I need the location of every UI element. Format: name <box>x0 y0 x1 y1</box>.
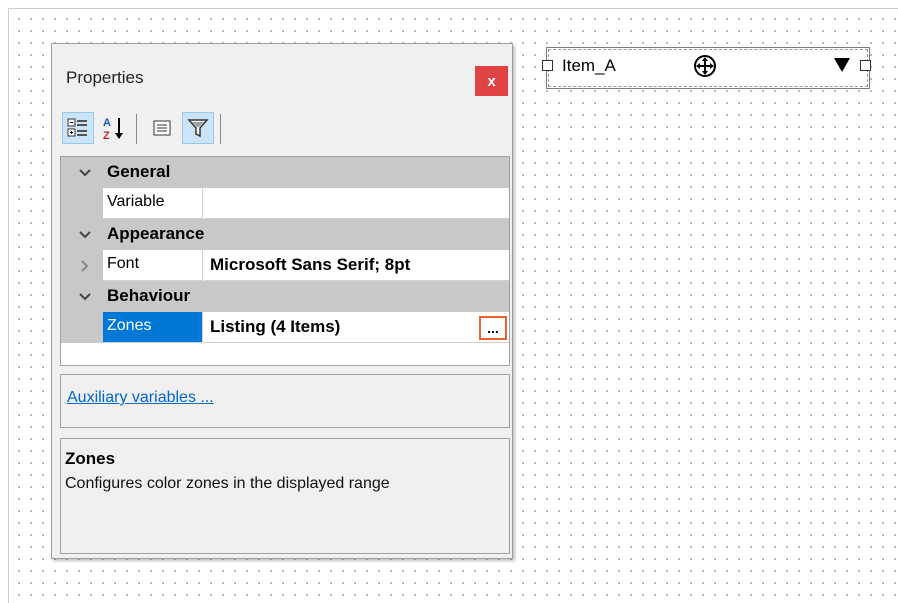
chevron-down-icon[interactable] <box>69 157 101 188</box>
svg-text:Z: Z <box>103 130 110 141</box>
property-name[interactable]: Zones <box>103 312 203 343</box>
chevron-down-icon[interactable] <box>69 281 101 312</box>
item-label: Item_A <box>562 56 616 75</box>
property-value[interactable] <box>204 188 509 219</box>
help-text: Configures color zones in the displayed … <box>65 475 390 492</box>
help-title: Zones <box>65 449 116 468</box>
category-label: General <box>107 162 171 181</box>
dropdown-arrow-icon[interactable] <box>833 56 851 74</box>
row-gutter <box>61 250 103 281</box>
property-value[interactable]: Microsoft Sans Serif; 8pt <box>204 250 509 281</box>
close-button[interactable]: x <box>475 66 508 96</box>
property-pages-button[interactable] <box>146 112 178 144</box>
properties-toolbar: A Z <box>60 108 510 152</box>
category-row-behaviour[interactable]: Behaviour <box>61 281 509 312</box>
filter-button[interactable] <box>182 112 214 144</box>
categorized-icon <box>67 118 87 137</box>
aux-section: Auxiliary variables ... <box>60 374 510 428</box>
property-pages-icon <box>153 120 171 136</box>
property-row-variable[interactable]: Variable <box>61 188 509 219</box>
category-row-appearance[interactable]: Appearance <box>61 219 509 250</box>
filter-icon <box>187 119 209 138</box>
property-row-font[interactable]: Font Microsoft Sans Serif; 8pt <box>61 250 509 281</box>
svg-text:A: A <box>103 117 111 129</box>
chevron-right-icon[interactable] <box>69 250 101 281</box>
resize-handle-left[interactable] <box>542 60 553 71</box>
property-value[interactable]: Listing (4 Items) <box>204 312 509 343</box>
categorized-button[interactable] <box>62 112 94 144</box>
sort-alphabetic-button[interactable]: A Z <box>98 112 130 144</box>
property-name[interactable]: Font <box>103 250 203 281</box>
move-icon[interactable] <box>693 54 717 78</box>
category-row-general[interactable]: General <box>61 157 509 188</box>
properties-panel: Properties x A Z General Variable Appear… <box>51 43 513 559</box>
chevron-down-icon[interactable] <box>69 219 101 250</box>
sort-alphabetic-icon: A Z <box>103 117 123 141</box>
item-a-control[interactable]: Item_A <box>542 47 871 89</box>
panel-title: Properties <box>66 68 144 87</box>
property-name[interactable]: Variable <box>103 188 203 219</box>
property-grid: General Variable Appearance Font Microso… <box>60 156 510 366</box>
auxiliary-variables-link[interactable]: Auxiliary variables ... <box>67 389 214 407</box>
ellipsis-button[interactable]: ... <box>479 316 507 340</box>
category-label: Appearance <box>107 224 205 243</box>
category-label: Behaviour <box>107 286 191 305</box>
property-row-zones[interactable]: Zones Listing (4 Items) ... <box>61 312 509 343</box>
row-gutter <box>61 312 103 343</box>
toolbar-separator <box>220 114 221 144</box>
resize-handle-right[interactable] <box>860 60 871 71</box>
help-pane: Zones Configures color zones in the disp… <box>60 438 510 554</box>
row-gutter <box>61 188 103 219</box>
toolbar-separator <box>136 114 137 144</box>
